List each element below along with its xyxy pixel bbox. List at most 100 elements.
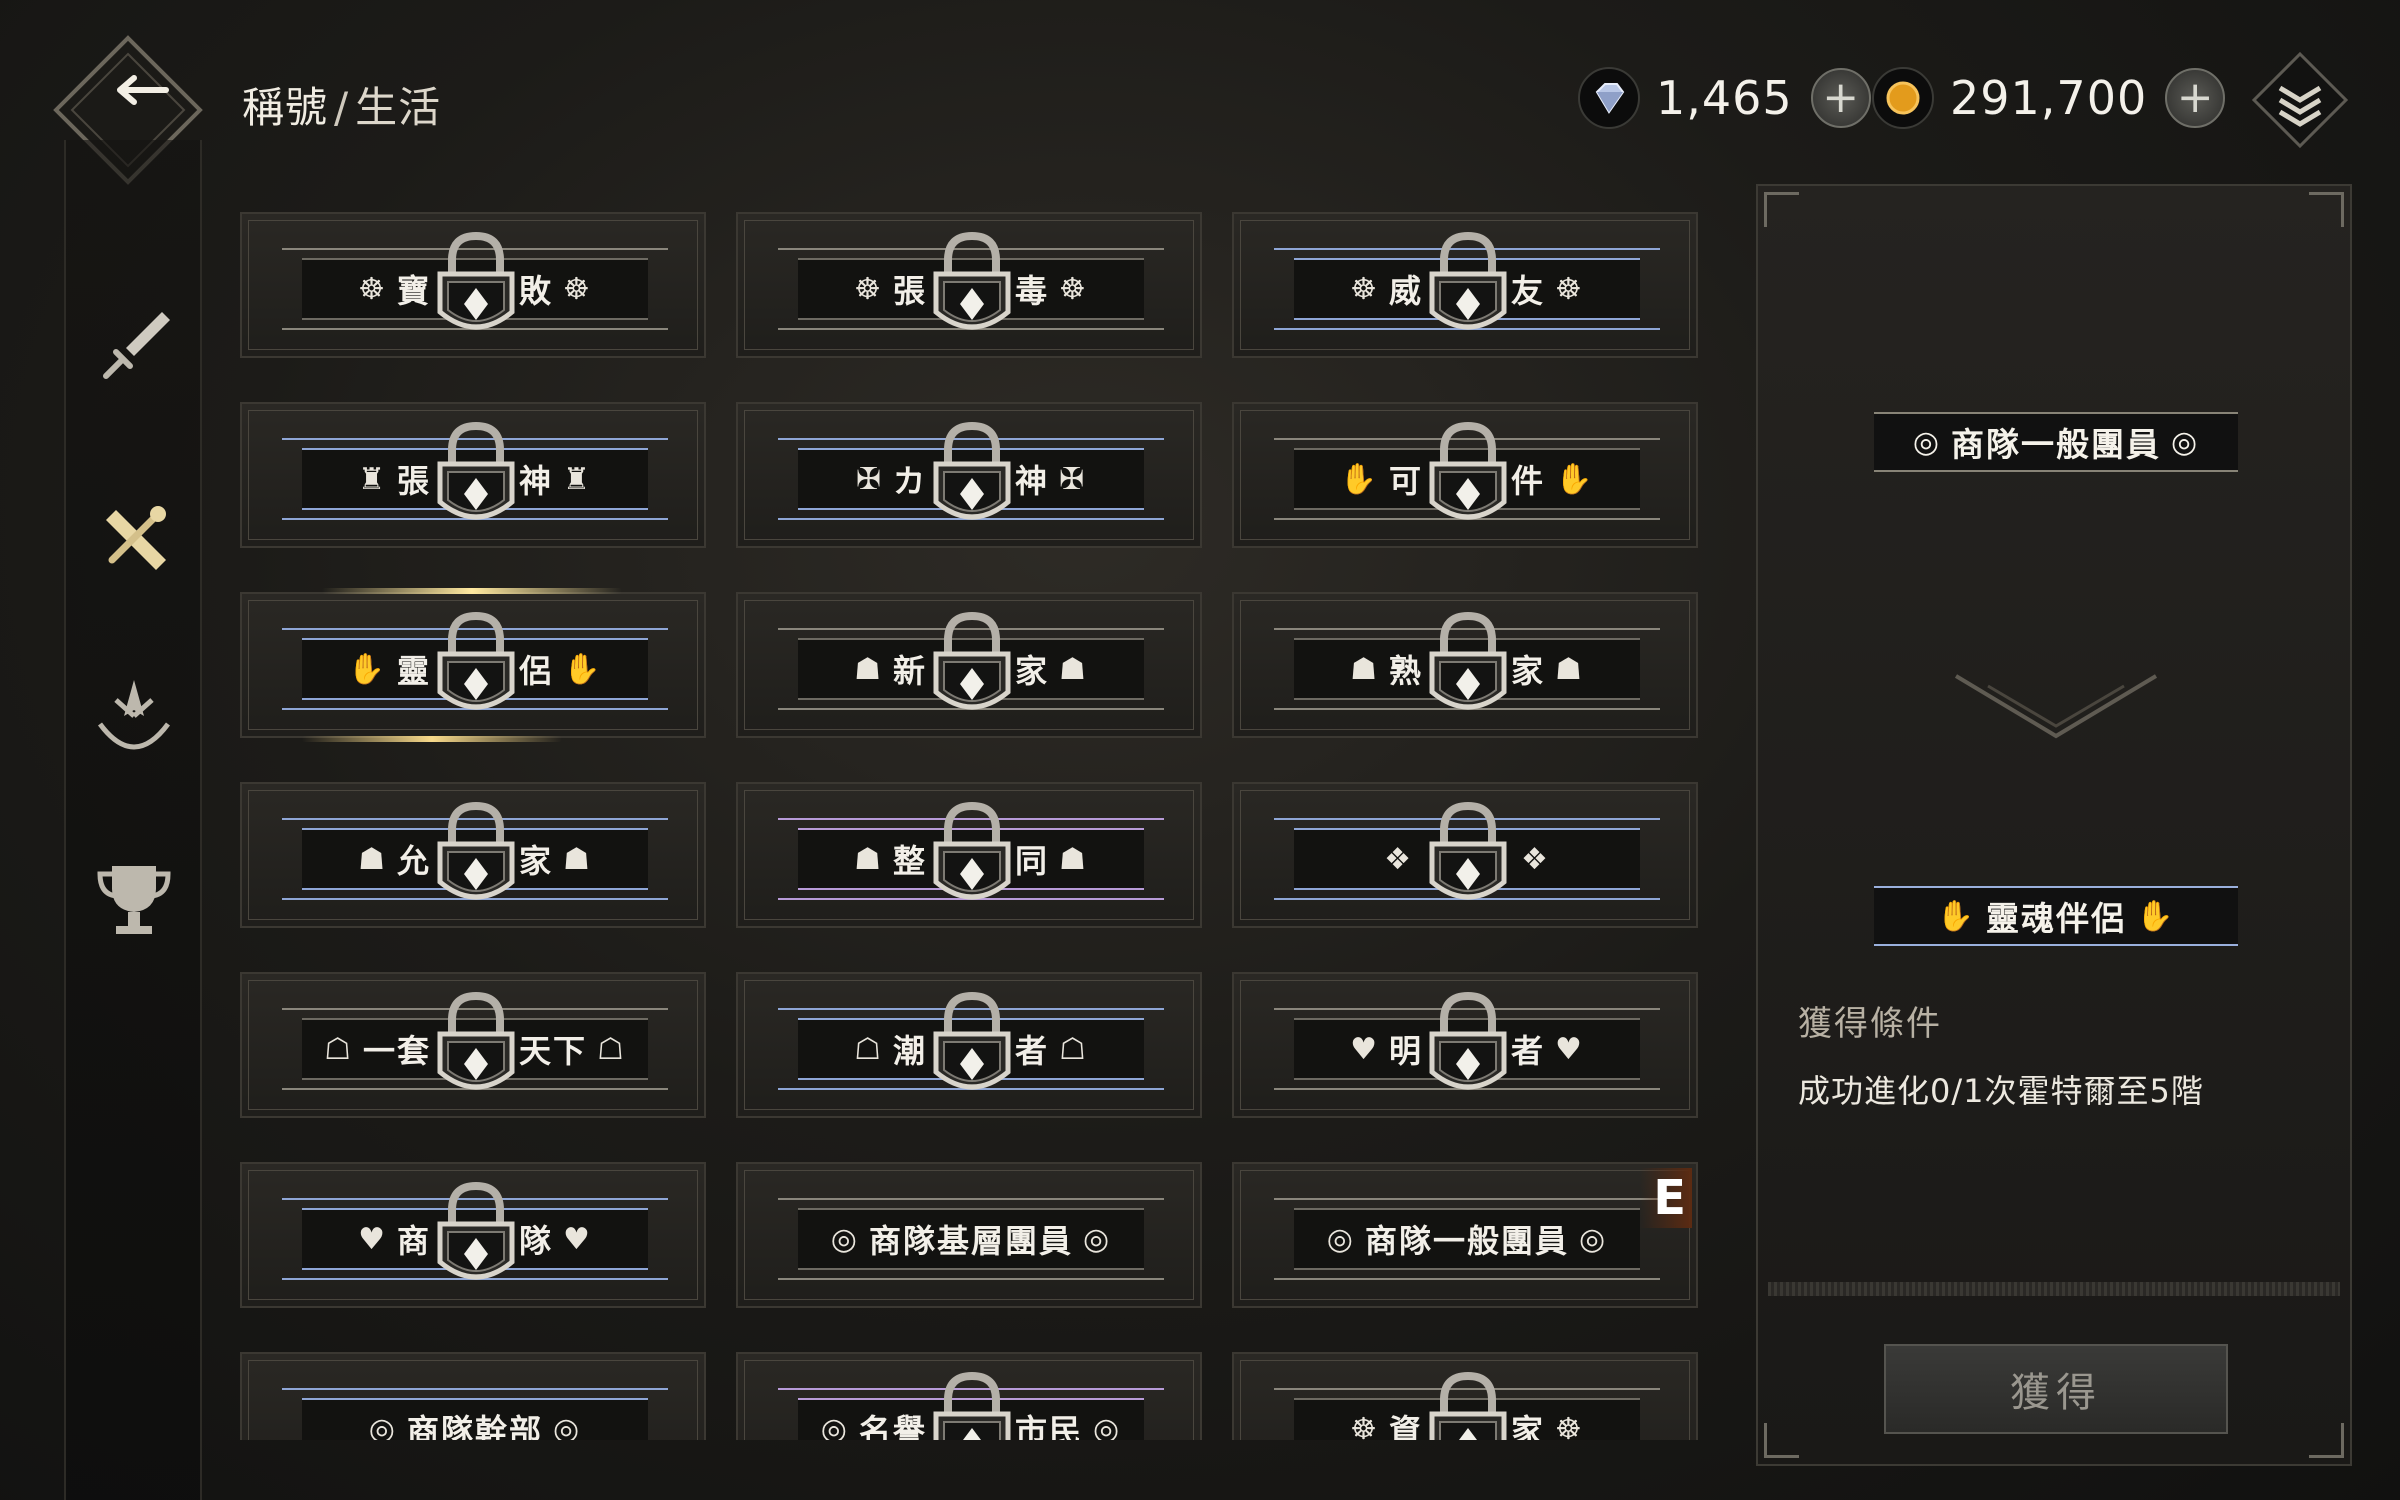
title-slot[interactable]: ✠ カ神 ✠ <box>736 402 1202 548</box>
lock-icon <box>1429 991 1507 1090</box>
chevron-down-icon <box>1954 674 2158 739</box>
title-emblem-icon: ◎ <box>1093 1411 1122 1441</box>
title-name-left: 潮 <box>892 1032 927 1070</box>
title-slot[interactable]: ◎ 商隊一般團員 ◎ E <box>1232 1162 1698 1308</box>
title-slot[interactable]: ◎ 名譽 市民 ◎ <box>736 1352 1202 1440</box>
title-slot[interactable]: ♜ 張神 ♜ <box>240 402 706 548</box>
title-name-left: 商 <box>396 1222 431 1260</box>
title-name-right: 市民 <box>1015 1412 1084 1440</box>
title-emblem-icon: ♥ <box>563 1221 592 1257</box>
title-emblem-icon: ☸ <box>563 271 592 307</box>
title-name-right: 神 <box>1015 462 1050 500</box>
title-name-right: 家 <box>1511 1412 1546 1440</box>
title-emblem-icon: ✠ <box>1059 461 1087 497</box>
plate-border <box>1274 1278 1660 1280</box>
title-name-left: 明 <box>1388 1032 1423 1070</box>
add-diamond-button[interactable]: + <box>1810 68 1871 128</box>
title-emblem-icon: ♜ <box>563 461 592 497</box>
title-emblem-icon: ✋ <box>563 651 603 687</box>
emblem-icon <box>97 680 171 750</box>
title-slot[interactable]: ☗ 允家 ☗ <box>240 782 706 928</box>
title-emblem-icon: ☸ <box>1555 271 1584 307</box>
title-slot[interactable]: ☗ 新家 ☗ <box>736 592 1202 738</box>
title-name-right: 者 <box>1015 1032 1050 1070</box>
title-emblem-icon: ☗ <box>854 651 883 687</box>
plate-border <box>282 1388 668 1390</box>
title-name-right: 敗 <box>519 272 554 310</box>
title-emblem-icon: ☖ <box>854 1031 883 1067</box>
title-slot[interactable]: ❖ ❖ <box>1232 782 1698 928</box>
title-slot[interactable]: ☸ 張毒 ☸ <box>736 212 1202 358</box>
title-text: ◎ 商隊基層團員 ◎ <box>798 1210 1144 1268</box>
add-gold-button[interactable]: + <box>2165 68 2226 128</box>
title-name-right: 件 <box>1511 462 1546 500</box>
lock-icon <box>437 991 515 1090</box>
tab-achievement[interactable] <box>84 848 184 948</box>
tab-combat[interactable] <box>84 298 184 398</box>
divider <box>1768 1282 2340 1296</box>
title-plate: ◎ 商隊幹部 ◎ <box>282 1388 668 1440</box>
title-emblem-icon: ◎ <box>2171 424 2200 460</box>
title-slot[interactable]: ☸ 資 家 ☸ <box>1232 1352 1698 1440</box>
lock-icon <box>933 1371 1011 1440</box>
lock-icon <box>1429 1371 1507 1440</box>
title-emblem-icon: ✋ <box>347 651 387 687</box>
diamond-icon <box>1578 67 1640 129</box>
tab-faction[interactable] <box>84 668 184 768</box>
lock-icon <box>933 611 1011 710</box>
corner-ornament <box>1764 1423 1799 1458</box>
next-title-plate: ✋ 靈魂伴侶 ✋ <box>1874 886 2238 946</box>
condition-text: 成功進化0/1次霍特爾至5階 <box>1798 1072 2204 1110</box>
current-title-plate: ◎ 商隊一般團員 ◎ <box>1874 412 2238 472</box>
tab-life[interactable] <box>84 488 184 588</box>
page-subtitle: 生活 <box>355 83 442 132</box>
lock-icon <box>933 421 1011 520</box>
title-name-right: 侶 <box>519 652 554 690</box>
obtain-button[interactable]: 獲得 <box>1884 1344 2228 1434</box>
title-slot[interactable]: ♥ 明者 ♥ <box>1232 972 1698 1118</box>
title-name-left: 一套 <box>362 1032 431 1070</box>
trophy-icon <box>97 866 171 934</box>
lock-icon <box>1429 231 1507 330</box>
title-slot[interactable]: ☖ 潮者 ☖ <box>736 972 1202 1118</box>
title-slot[interactable]: ♥ 商隊 ♥ <box>240 1162 706 1308</box>
title-name-right: 天下 <box>519 1032 588 1070</box>
title-grid: ☸ 寶敗 ☸ ☸ 張毒 ☸ ☸ 威友 ☸ ♜ 張神 ♜ ✠ カ神 ✠ ✋ 可件 ✋ ✋ 靈侶 ✋ ☗ 新家 ☗ ☗ 熟家 ☗ ☗ 允家 ☗… <box>240 212 1700 1440</box>
title-name-left: 可 <box>1388 462 1423 500</box>
title-slot[interactable]: ☗ 整同 ☗ <box>736 782 1202 928</box>
title-emblem-icon: ♜ <box>358 461 387 497</box>
corner-ornament <box>1764 192 1799 227</box>
title-slot[interactable]: ☗ 熟家 ☗ <box>1232 592 1698 738</box>
title-name-left: 新 <box>892 652 927 690</box>
plate-border <box>1274 1198 1660 1200</box>
lock-icon <box>933 991 1011 1090</box>
title-name-left: 資 <box>1388 1412 1423 1440</box>
next-title-text: 靈魂伴侶 <box>1986 899 2126 938</box>
title-name-left: カ <box>892 462 927 500</box>
title-emblem-icon: ◎ <box>1912 424 1941 460</box>
title-slot[interactable]: ☖ 一套 天下 ☖ <box>240 972 706 1118</box>
title-name-left: 威 <box>1388 272 1423 310</box>
crossed-tools-icon <box>106 506 166 570</box>
rank-menu-button[interactable] <box>2250 50 2350 150</box>
title-emblem-icon: ✠ <box>855 461 883 497</box>
title-name-right: 家 <box>1511 652 1546 690</box>
title-emblem-icon: ☸ <box>1350 1411 1379 1441</box>
corner-ornament <box>2309 192 2344 227</box>
title-slot[interactable]: ✋ 可件 ✋ <box>1232 402 1698 548</box>
title-slot[interactable]: ☸ 威友 ☸ <box>1232 212 1698 358</box>
title-name-right: 神 <box>519 462 554 500</box>
title-plate: ◎ 商隊基層團員 ◎ <box>778 1198 1164 1280</box>
title-emblem-icon: ♥ <box>1555 1031 1584 1067</box>
title-emblem-icon: ☗ <box>1555 651 1584 687</box>
breadcrumb-separator: / <box>334 83 350 132</box>
title-slot[interactable]: ✋ 靈侶 ✋ <box>240 588 706 742</box>
title-name: 商隊基層團員 <box>868 1222 1073 1260</box>
title-slot[interactable]: ◎ 商隊幹部 ◎ <box>240 1352 706 1440</box>
title-slot[interactable]: ☸ 寶敗 ☸ <box>240 212 706 358</box>
title-name-right: 家 <box>519 842 554 880</box>
title-emblem-icon: ☖ <box>1059 1031 1088 1067</box>
title-name-left: 整 <box>892 842 927 880</box>
selection-glow <box>302 736 562 742</box>
title-slot[interactable]: ◎ 商隊基層團員 ◎ <box>736 1162 1202 1308</box>
